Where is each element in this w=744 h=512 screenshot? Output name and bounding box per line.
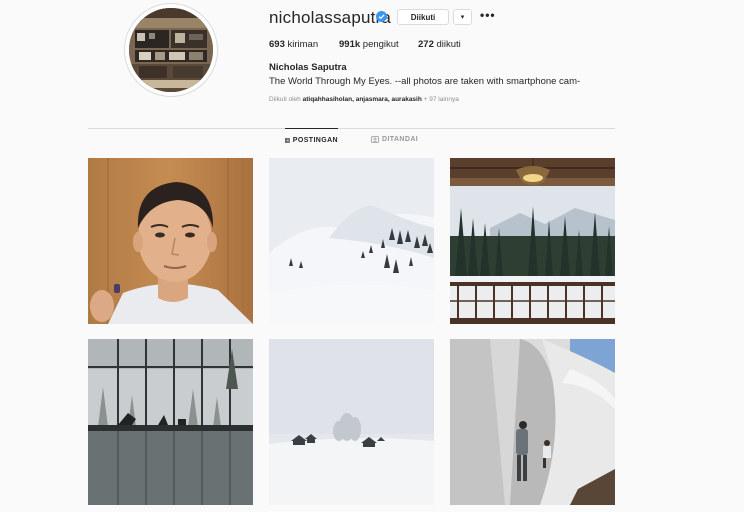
post-thumbnail[interactable]	[450, 158, 615, 324]
followed-by-line[interactable]: Diikuti oleh atiqahhasiholan, anjasmara,…	[269, 96, 459, 103]
tab-posts-label: POSTINGAN	[292, 136, 338, 144]
profile-full-name: Nicholas Saputra	[269, 62, 347, 73]
followers-count-value: 991k	[339, 39, 361, 50]
following-count[interactable]: 272 diikuti	[418, 39, 461, 50]
post-thumbnail[interactable]	[88, 339, 253, 505]
tag-icon	[371, 135, 379, 143]
followed-by-more: + 97 lainnya	[423, 96, 459, 103]
grid-icon	[285, 137, 290, 143]
more-options-icon[interactable]: •••	[480, 8, 496, 22]
post-image-snow-field	[269, 339, 434, 505]
post-image-snowy-mountain	[269, 158, 434, 324]
followed-by-names: atiqahhasiholan, anjasmara, aurakasih	[302, 96, 422, 103]
profile-bio: The World Through My Eyes. --all photos …	[269, 76, 581, 87]
post-thumbnail[interactable]	[269, 158, 434, 324]
followed-by-prefix: Diikuti oleh	[269, 96, 301, 103]
post-image-forest-balcony	[450, 158, 615, 324]
tab-tagged-label: DITANDAI	[382, 135, 419, 143]
tabs-divider	[88, 128, 615, 129]
post-thumbnail[interactable]	[269, 339, 434, 505]
following-count-value: 272	[418, 39, 434, 50]
tab-posts[interactable]: POSTINGAN	[285, 128, 338, 151]
avatar-image	[129, 8, 213, 92]
followers-count[interactable]: 991k pengikut	[339, 39, 399, 50]
post-thumbnail[interactable]	[450, 339, 615, 505]
following-count-label: diikuti	[436, 39, 461, 50]
posts-count: 693 kiriman	[269, 39, 318, 50]
profile-username: nicholassaputra	[269, 8, 392, 27]
chevron-down-icon[interactable]: ▾	[453, 9, 472, 25]
post-image-selfie	[88, 158, 253, 324]
post-image-white-architecture	[450, 339, 615, 505]
followers-count-label: pengikut	[362, 39, 399, 50]
post-image-foggy-window	[88, 339, 253, 505]
verified-badge-icon	[376, 11, 387, 22]
avatar[interactable]	[129, 8, 213, 92]
post-thumbnail[interactable]	[88, 158, 253, 324]
profile-avatar-ring[interactable]	[124, 3, 218, 97]
posts-count-label: kiriman	[287, 39, 319, 50]
tab-tagged[interactable]: DITANDAI	[371, 128, 418, 150]
following-button[interactable]: Diikuti	[397, 9, 449, 25]
posts-count-value: 693	[269, 39, 285, 50]
